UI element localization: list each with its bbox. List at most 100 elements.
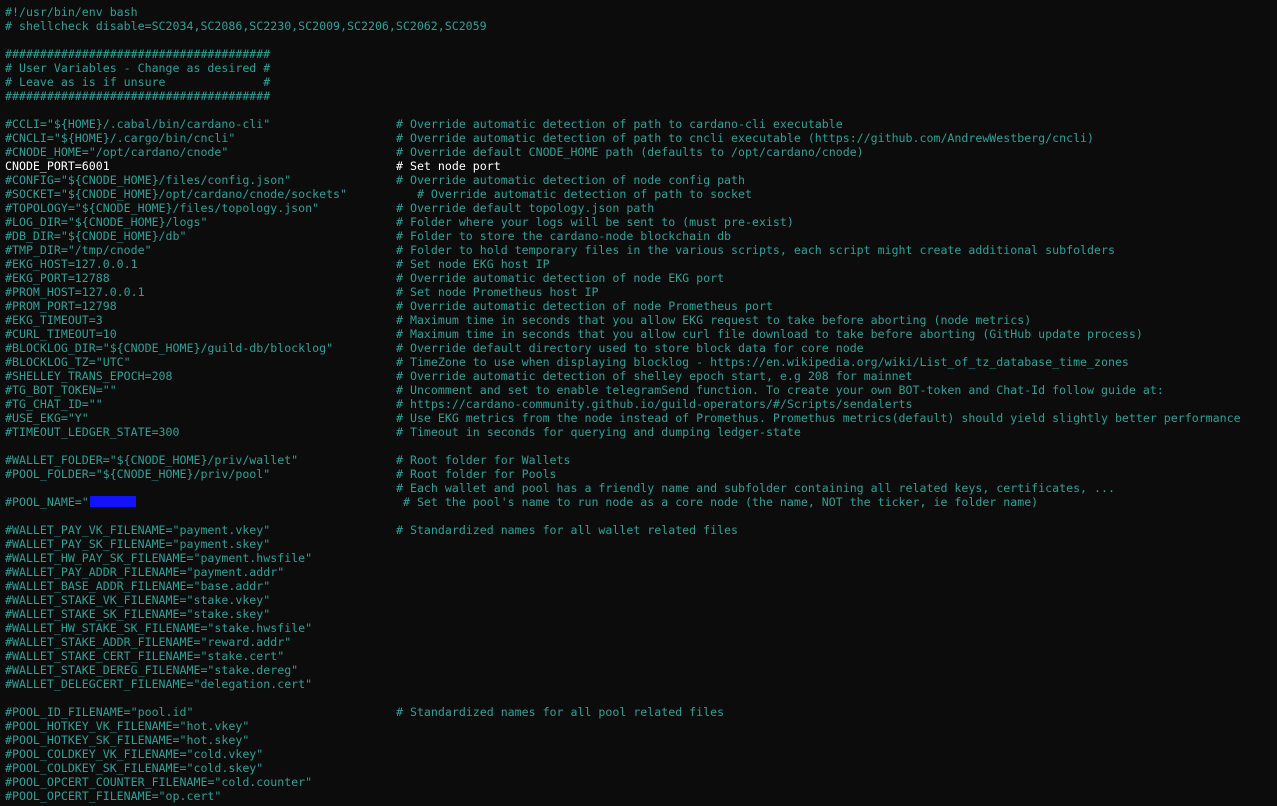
code-line: #USE_EKG="Y"	[5, 411, 89, 425]
inline-comment: # Set node EKG host IP	[396, 257, 550, 271]
code-line: #EKG_PORT=12788	[5, 271, 110, 285]
code-text: #EKG_PORT=12788	[5, 271, 110, 285]
code-text: #TG_BOT_TOKEN=""	[5, 383, 117, 397]
inline-comment: # Override automatic detection of path t…	[396, 187, 752, 201]
terminal-editor[interactable]: #!/usr/bin/env bash # shellcheck disable=…	[0, 0, 1277, 806]
code-text: #TG_CHAT_ID=""	[5, 397, 103, 411]
code-line: #WALLET_STAKE_ADDR_FILENAME="reward.addr…	[5, 635, 291, 649]
code-text: #SHELLEY_TRANS_EPOCH=208	[5, 369, 173, 383]
code-text: #POOL_COLDKEY_VK_FILENAME="cold.vkey"	[5, 747, 264, 761]
code-text: #PROM_PORT=12798	[5, 299, 117, 313]
code-text: #POOL_HOTKEY_VK_FILENAME="hot.vkey"	[5, 719, 250, 733]
code-text: #!/usr/bin/env bash	[5, 5, 138, 19]
inline-comment: # Use EKG metrics from the node instead …	[396, 411, 1241, 425]
inline-comment: # Root folder for Wallets	[396, 453, 571, 467]
code-line: #LOG_DIR="${CNODE_HOME}/logs"	[5, 215, 207, 229]
code-text: #WALLET_DELEGCERT_FILENAME="delegation.c…	[5, 677, 313, 691]
code-text: #POOL_OPCERT_FILENAME="op.cert"	[5, 789, 222, 803]
code-text: #WALLET_PAY_ADDR_FILENAME="payment.addr"	[5, 565, 285, 579]
code-text: #WALLET_HW_STAKE_SK_FILENAME="stake.hwsf…	[5, 621, 313, 635]
code-text: #CNCLI="${HOME}/.cargo/bin/cncli"	[5, 131, 236, 145]
code-line: #EKG_HOST=127.0.0.1	[5, 257, 138, 271]
inline-comment: # Each wallet and pool has a friendly na…	[396, 481, 1115, 495]
code-line: #TIMEOUT_LEDGER_STATE=300	[5, 425, 180, 439]
code-text: #CCLI="${HOME}/.cabal/bin/cardano-cli"	[5, 117, 271, 131]
code-text: #DB_DIR="${CNODE_HOME}/db"	[5, 229, 187, 243]
inline-comment: # Uncomment and set to enable telegramSe…	[396, 383, 1164, 397]
code-text: #WALLET_STAKE_SK_FILENAME="stake.skey"	[5, 607, 271, 621]
code-text: #POOL_NAME="	[5, 495, 89, 509]
code-text: # shellcheck disable=SC2034,SC2086,SC223…	[5, 19, 487, 33]
code-line: #PROM_HOST=127.0.0.1	[5, 285, 145, 299]
code-line: #WALLET_STAKE_DEREG_FILENAME="stake.dere…	[5, 663, 298, 677]
code-line: #POOL_COLDKEY_SK_FILENAME="cold.skey"	[5, 761, 263, 775]
code-line: #POOL_FOLDER="${CNODE_HOME}/priv/pool"	[5, 467, 270, 481]
code-text: #PROM_HOST=127.0.0.1	[5, 285, 145, 299]
code-text: #WALLET_HW_PAY_SK_FILENAME="payment.hwsf…	[5, 551, 313, 565]
code-text: #USE_EKG="Y"	[5, 411, 89, 425]
code-text: #POOL_COLDKEY_SK_FILENAME="cold.skey"	[5, 761, 264, 775]
redacted-pool-name	[89, 496, 136, 507]
code-line: CNODE_PORT=6001	[5, 159, 110, 173]
code-line: #!/usr/bin/env bash	[5, 5, 138, 19]
code-text: #WALLET_PAY_SK_FILENAME="payment.skey"	[5, 537, 271, 551]
code-text: #EKG_HOST=127.0.0.1	[5, 257, 138, 271]
code-line: #CCLI="${HOME}/.cabal/bin/cardano-cli"	[5, 117, 270, 131]
code-line: #TMP_DIR="/tmp/cnode"	[5, 243, 152, 257]
code-line: #WALLET_STAKE_SK_FILENAME="stake.skey"	[5, 607, 270, 621]
code-text: #LOG_DIR="${CNODE_HOME}/logs"	[5, 215, 208, 229]
code-text: #POOL_HOTKEY_SK_FILENAME="hot.skey"	[5, 733, 250, 747]
code-text: #POOL_OPCERT_COUNTER_FILENAME="cold.coun…	[5, 775, 313, 789]
inline-comment: # Override default directory used to sto…	[396, 341, 864, 355]
code-line: #BLOCKLOG_DIR="${CNODE_HOME}/guild-db/bl…	[5, 341, 333, 355]
code-text: #CURL_TIMEOUT=10	[5, 327, 117, 341]
code-text: #WALLET_STAKE_CERT_FILENAME="stake.cert"	[5, 649, 285, 663]
code-text: #CONFIG="${CNODE_HOME}/files/config.json…	[5, 173, 292, 187]
code-text: #TMP_DIR="/tmp/cnode"	[5, 243, 152, 257]
code-line: #EKG_TIMEOUT=3	[5, 313, 103, 327]
inline-comment: # Set the pool's name to run node as a c…	[396, 495, 1039, 509]
code-line: #WALLET_DELEGCERT_FILENAME="delegation.c…	[5, 677, 312, 691]
code-text: #BLOCKLOG_DIR="${CNODE_HOME}/guild-db/bl…	[5, 341, 334, 355]
code-text: #BLOCKLOG_TZ="UTC"	[5, 355, 131, 369]
code-line: #CONFIG="${CNODE_HOME}/files/config.json…	[5, 173, 291, 187]
inline-comment: # Folder to store the cardano-node block…	[396, 229, 732, 243]
code-line: #WALLET_HW_STAKE_SK_FILENAME="stake.hwsf…	[5, 621, 312, 635]
code-line: #POOL_ID_FILENAME="pool.id"	[5, 705, 193, 719]
inline-comment: # Folder to hold temporary files in the …	[396, 243, 1115, 257]
inline-comment: # Timeout in seconds for querying and du…	[396, 425, 801, 439]
inline-comment: # Override automatic detection of path t…	[396, 131, 1095, 145]
code-line: # Leave as is if unsure #	[5, 75, 270, 89]
inline-comment: # Maximum time in seconds that you allow…	[396, 327, 1143, 341]
code-line: #WALLET_HW_PAY_SK_FILENAME="payment.hwsf…	[5, 551, 312, 565]
code-line: #POOL_NAME="	[5, 495, 136, 509]
code-text: ######################################	[5, 89, 271, 103]
code-text: #SOCKET="${CNODE_HOME}/opt/cardano/cnode…	[5, 187, 348, 201]
code-text: #WALLET_STAKE_ADDR_FILENAME="reward.addr…	[5, 635, 292, 649]
code-line: #DB_DIR="${CNODE_HOME}/db"	[5, 229, 186, 243]
code-line: #CNCLI="${HOME}/.cargo/bin/cncli"	[5, 131, 235, 145]
inline-comment: # Override automatic detection of shelle…	[396, 369, 913, 383]
code-line: #TG_CHAT_ID=""	[5, 397, 103, 411]
code-text: #WALLET_BASE_ADDR_FILENAME="base.addr"	[5, 579, 271, 593]
code-line: #WALLET_BASE_ADDR_FILENAME="base.addr"	[5, 579, 270, 593]
code-line: #WALLET_PAY_ADDR_FILENAME="payment.addr"	[5, 565, 284, 579]
inline-comment: # Standardized names for all wallet rela…	[396, 523, 739, 537]
code-text: #WALLET_STAKE_DEREG_FILENAME="stake.dere…	[5, 663, 299, 677]
inline-comment: # Override automatic detection of path t…	[396, 117, 843, 131]
inline-comment: # Standardized names for all pool relate…	[396, 705, 725, 719]
code-line: #SOCKET="${CNODE_HOME}/opt/cardano/cnode…	[5, 187, 347, 201]
code-line: ######################################	[5, 89, 270, 103]
code-line: #POOL_HOTKEY_VK_FILENAME="hot.vkey"	[5, 719, 249, 733]
code-line: # User Variables - Change as desired #	[5, 61, 270, 75]
code-text: #CNODE_HOME="/opt/cardano/cnode"	[5, 145, 229, 159]
code-line: ######################################	[5, 47, 270, 61]
inline-comment: # https://cardano-community.github.io/gu…	[396, 397, 913, 411]
code-text: #WALLET_STAKE_VK_FILENAME="stake.vkey"	[5, 593, 271, 607]
code-text: # User Variables - Change as desired #	[5, 61, 271, 75]
inline-comment: # Override automatic detection of node E…	[396, 271, 725, 285]
code-line: #WALLET_PAY_SK_FILENAME="payment.skey"	[5, 537, 270, 551]
code-text: #TIMEOUT_LEDGER_STATE=300	[5, 425, 180, 439]
code-line: #PROM_PORT=12798	[5, 299, 117, 313]
inline-comment: # TimeZone to use when displaying blockl…	[396, 355, 1129, 369]
